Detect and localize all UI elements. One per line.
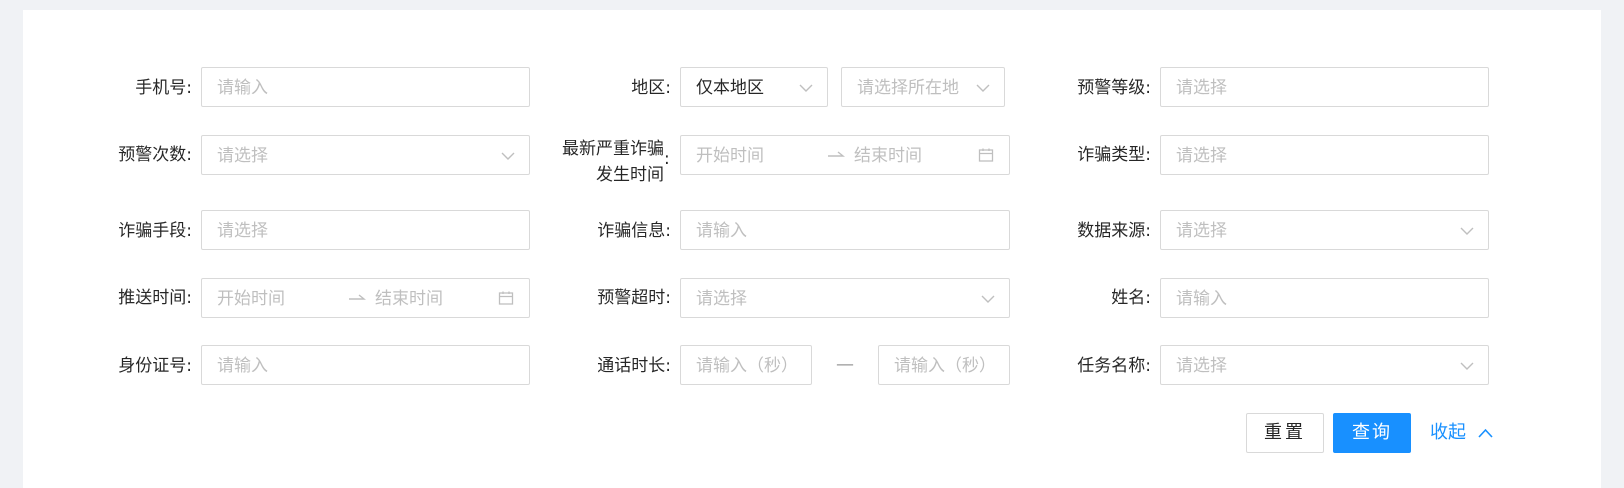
phone-input-placeholder: 请输入 — [217, 78, 268, 98]
warning-timeout-label: 预警超时: — [597, 288, 671, 308]
region-mode-select[interactable]: 仅本地区 — [680, 67, 828, 107]
latest-fraud-time-label-line1: 最新严重诈骗 — [562, 139, 664, 159]
fraud-info-label: 诈骗信息: — [597, 221, 671, 241]
region-mode-value: 仅本地区 — [696, 78, 764, 98]
id-number-placeholder: 请输入 — [217, 356, 268, 376]
collapse-label: 收起 — [1430, 422, 1466, 443]
task-name-placeholder: 请选择 — [1176, 356, 1227, 376]
calendar-icon — [978, 148, 994, 162]
fraud-method-select[interactable]: 请选择 — [201, 210, 530, 250]
latest-fraud-time-colon: : — [664, 149, 670, 169]
fraud-type-label: 诈骗类型: — [1077, 145, 1151, 165]
chevron-down-icon — [976, 84, 990, 92]
chevron-down-icon — [501, 152, 515, 160]
name-placeholder: 请输入 — [1176, 289, 1227, 309]
latest-fraud-time-start-placeholder[interactable]: 开始时间 — [696, 145, 764, 167]
reset-button[interactable]: 重置 — [1246, 413, 1324, 453]
warning-level-label: 预警等级: — [1077, 78, 1151, 98]
latest-fraud-time-end-placeholder[interactable]: 结束时间 — [854, 145, 922, 167]
fraud-type-select[interactable]: 请选择 — [1160, 135, 1489, 175]
call-duration-label: 通话时长: — [597, 356, 671, 376]
data-source-select[interactable]: 请选择 — [1160, 210, 1489, 250]
call-duration-max-placeholder: 请输入（秒） — [894, 356, 996, 376]
chevron-down-icon — [981, 295, 995, 303]
chevron-down-icon — [1460, 227, 1474, 235]
id-number-label: 身份证号: — [118, 356, 192, 376]
fraud-info-placeholder: 请输入 — [696, 221, 747, 241]
arrow-right-icon — [828, 151, 845, 157]
chevron-down-icon — [799, 84, 813, 92]
push-time-range-picker[interactable]: 开始时间 结束时间 — [201, 278, 530, 318]
region-location-placeholder: 请选择所在地 — [857, 78, 959, 98]
latest-fraud-time-label: 最新严重诈骗 发生时间 — [556, 136, 664, 188]
push-time-end-placeholder[interactable]: 结束时间 — [375, 288, 443, 310]
fraud-method-placeholder: 请选择 — [217, 221, 268, 241]
fraud-method-label: 诈骗手段: — [118, 221, 192, 241]
name-label: 姓名: — [1111, 288, 1151, 308]
warning-count-select[interactable]: 请选择 — [201, 135, 530, 175]
warning-timeout-select[interactable]: 请选择 — [680, 278, 1010, 318]
latest-fraud-time-range-picker[interactable]: 开始时间 结束时间 — [680, 135, 1010, 175]
data-source-label: 数据来源: — [1077, 221, 1151, 241]
phone-input[interactable]: 请输入 — [201, 67, 530, 107]
name-input[interactable]: 请输入 — [1160, 278, 1489, 318]
fraud-type-placeholder: 请选择 — [1176, 146, 1227, 166]
arrow-right-icon — [349, 294, 366, 300]
call-duration-max-input[interactable]: 请输入（秒） — [878, 345, 1010, 385]
fraud-info-input[interactable]: 请输入 — [680, 210, 1010, 250]
warning-level-placeholder: 请选择 — [1176, 78, 1227, 98]
warning-count-label: 预警次数: — [118, 145, 192, 165]
collapse-link[interactable]: 收起 — [1430, 422, 1493, 444]
task-name-label: 任务名称: — [1077, 356, 1151, 376]
query-button[interactable]: 查询 — [1333, 413, 1411, 453]
warning-level-select[interactable]: 请选择 — [1160, 67, 1489, 107]
push-time-start-placeholder[interactable]: 开始时间 — [217, 288, 285, 310]
push-time-label: 推送时间: — [118, 288, 192, 308]
region-label: 地区: — [631, 78, 671, 98]
warning-timeout-placeholder: 请选择 — [696, 289, 747, 309]
latest-fraud-time-label-line2: 发生时间 — [596, 165, 664, 185]
data-source-placeholder: 请选择 — [1176, 221, 1227, 241]
calendar-icon — [498, 291, 514, 305]
region-location-select[interactable]: 请选择所在地 — [841, 67, 1005, 107]
task-name-select[interactable]: 请选择 — [1160, 345, 1489, 385]
id-number-input[interactable]: 请输入 — [201, 345, 530, 385]
call-duration-min-input[interactable]: 请输入（秒） — [680, 345, 812, 385]
warning-count-placeholder: 请选择 — [217, 146, 268, 166]
call-duration-min-placeholder: 请输入（秒） — [696, 356, 798, 376]
call-duration-separator: — — [836, 354, 854, 375]
phone-label: 手机号: — [135, 78, 192, 98]
chevron-up-icon — [1478, 428, 1493, 438]
chevron-down-icon — [1460, 362, 1474, 370]
